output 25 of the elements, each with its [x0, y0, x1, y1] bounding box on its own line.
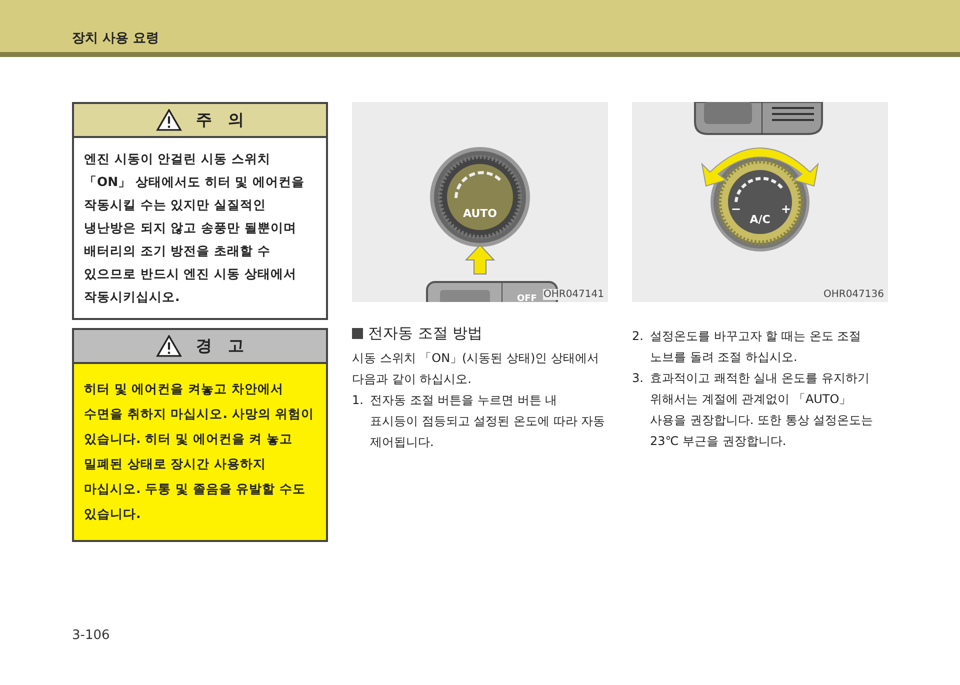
- figure-code: OHR047136: [823, 289, 884, 300]
- section-title: 장치 사용 요령: [72, 30, 160, 48]
- step-text: 설정온도를 바꾸고자 할 때는 온도 조절 노브를 돌려 조절 하십시오.: [650, 328, 862, 366]
- caution-text: 엔진 시동이 안걸린 시동 스위치 「ON」 상태에서도 히터 및 에어컨을 작동시킬 수는 있지만 실질적인 냉난방은 되지 않고 송풍만 될뿐이며 배터리의 조기 방전을 초래할 수 있으므로 반드시 엔진 시동 상태에서 작동시키십시오.: [83, 150, 306, 306]
- step-text: 효과적이고 쾌적한 실내 온도를 유지하기 위해서는 계절에 관계없이 「AUTO」 사용을 권장합니다. 또한 통상 설정온도는 23℃ 부근을 권장합니다.: [650, 370, 874, 450]
- section-heading: 전자동 조절 방법: [368, 324, 483, 343]
- knob-label: A/C: [750, 213, 770, 226]
- warning-title: 경 고: [196, 336, 244, 356]
- step-text: 전자동 조절 버튼을 누르면 버튼 내 표시등이 점등되고 설정된 온도에 따라 자동 제어됩니다.: [370, 392, 606, 451]
- step-number: 3.: [632, 370, 644, 387]
- button-label: OFF: [517, 294, 537, 302]
- warning-triangle-icon: [156, 109, 182, 131]
- figure-code: OHR047141: [543, 289, 604, 300]
- caution-title: 주 의: [196, 110, 244, 130]
- plus-label: +: [780, 202, 792, 216]
- minus-label: −: [730, 202, 742, 216]
- warning-text: 히터 및 에어컨을 켜놓고 차안에서 수면을 취하지 마십시오. 사망의 위험이 있습니다. 히터 및 에어컨을 켜 놓고 밀폐된 상태로 장시간 사용하지 마십시오. 두통 및 졸음을 유발할 수도 있습니다.: [74, 364, 326, 540]
- up-arrow-icon: [464, 244, 496, 274]
- square-bullet-icon: [352, 328, 363, 339]
- knob-label: AUTO: [463, 207, 497, 220]
- page-number: 3-106: [72, 628, 110, 643]
- step-number: 2.: [632, 328, 644, 345]
- step-number: 1.: [352, 392, 364, 409]
- warning-triangle-icon: [156, 335, 182, 357]
- intro-text: 시동 스위치 「ON」(시동된 상태)인 상태에서 다음과 같이 하십시오.: [352, 350, 600, 388]
